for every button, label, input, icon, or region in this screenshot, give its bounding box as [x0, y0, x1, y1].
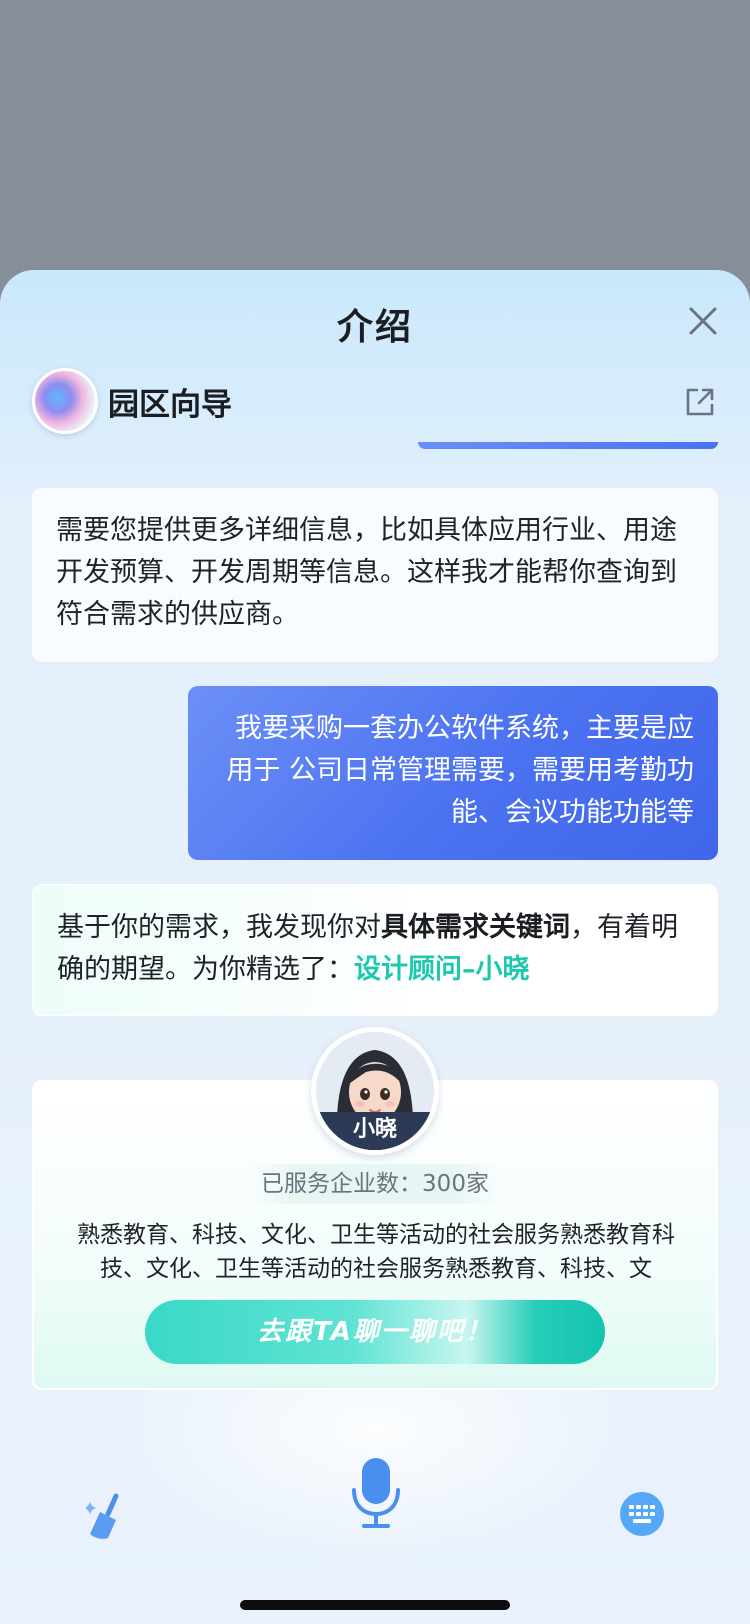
- bot-message: 需要您提供更多详细信息，比如具体应用行业、用途开发预算、开发周期等信息。这样我才…: [32, 488, 718, 662]
- user-message: 我要采购一套办公软件系统，主要是应用于 公司日常管理需要，需要用考勤功能、会议功…: [188, 686, 718, 860]
- previous-user-bubble-edge: [418, 442, 718, 449]
- advisor-description: 熟悉教育、科技、文化、卫生等活动的社会服务熟悉教育科技、文化、卫生等活动的社会服…: [77, 1222, 675, 1282]
- external-share-icon[interactable]: [684, 386, 716, 418]
- home-indicator: [240, 1600, 510, 1610]
- broom-icon[interactable]: [86, 1492, 130, 1542]
- advisor-link[interactable]: 设计顾问–小晓: [354, 954, 530, 985]
- keyboard-icon[interactable]: [620, 1492, 664, 1536]
- sheet-title: 介绍: [336, 307, 413, 348]
- agent-header: 园区向导: [32, 368, 232, 434]
- advisor-name: 小晓: [316, 1112, 434, 1150]
- keyboard-glyph: [629, 1505, 655, 1523]
- recommendation-prefix: 基于你的需求，我发现你对: [57, 912, 381, 943]
- recommendation-keyword: 具体需求关键词: [381, 912, 570, 943]
- agent-name: 园区向导: [108, 386, 232, 423]
- intro-bottom-sheet: 介绍 园区向导 需要您提供更多详细信息，比如具体应用行业、用途开发预算、开发周期…: [0, 270, 750, 1624]
- advisor-avatar[interactable]: 小晓: [311, 1027, 439, 1155]
- close-icon[interactable]: [686, 304, 720, 338]
- agent-avatar: [32, 368, 98, 434]
- microphone-icon[interactable]: [348, 1456, 404, 1530]
- bot-recommendation-message: 基于你的需求，我发现你对具体需求关键词，有着明确的期望。为你精选了：设计顾问–小…: [32, 884, 718, 1016]
- chat-with-advisor-button[interactable]: 去跟TA聊一聊吧！: [145, 1300, 605, 1364]
- served-count: 已服务企业数：300家: [250, 1164, 500, 1204]
